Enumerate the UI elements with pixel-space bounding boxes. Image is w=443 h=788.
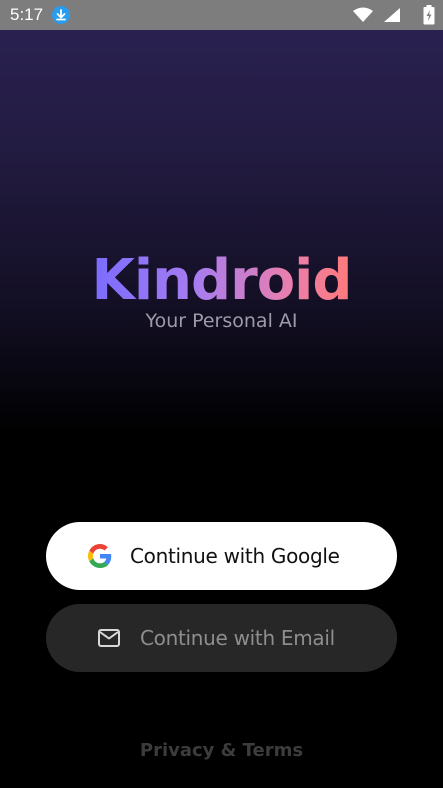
wifi-icon <box>353 7 373 27</box>
battery-icon <box>423 5 435 29</box>
brand-tagline: Your Personal AI <box>145 310 298 332</box>
google-button-label: Continue with Google <box>130 544 340 568</box>
google-icon <box>88 544 112 568</box>
email-button-label: Continue with Email <box>140 626 335 650</box>
login-screen: 5:17 Kindroid Your Personal AI Continue … <box>0 0 443 788</box>
continue-with-email-button[interactable]: Continue with Email <box>46 604 397 672</box>
signal-icon <box>383 7 401 27</box>
status-time: 5:17 <box>10 5 44 24</box>
brand-logo: Kindroid <box>0 246 443 316</box>
status-bar: 5:17 <box>0 0 443 30</box>
brand-name: Kindroid <box>91 248 353 313</box>
privacy-terms-link[interactable]: Privacy & Terms <box>0 740 443 761</box>
continue-with-google-button[interactable]: Continue with Google <box>46 522 397 590</box>
mail-icon <box>97 626 121 650</box>
download-icon <box>52 6 70 24</box>
